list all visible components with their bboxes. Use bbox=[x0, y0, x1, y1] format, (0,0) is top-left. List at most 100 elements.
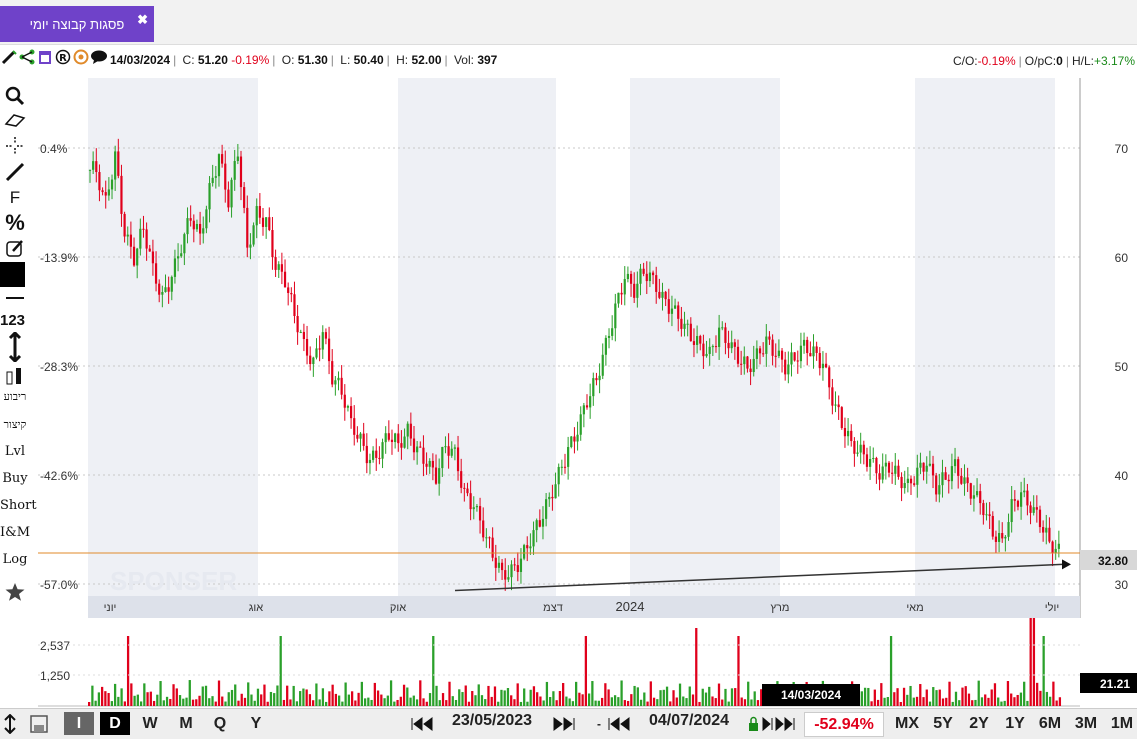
range-1y-button[interactable]: 1Y bbox=[1000, 712, 1030, 735]
volume-bar bbox=[191, 699, 195, 706]
price-chart[interactable]: SPONSER יוני אוג אוק דצמ 2024 מרץ מאי יולי 0.4%… bbox=[0, 78, 1137, 708]
candle-body bbox=[862, 444, 865, 455]
range-from-date[interactable]: 23/05/2023 bbox=[452, 712, 532, 730]
volume-bar bbox=[646, 701, 649, 706]
volume-bar bbox=[743, 699, 747, 706]
first-prev-icon[interactable] bbox=[410, 712, 444, 735]
volume-bar bbox=[613, 695, 617, 706]
volume-bar bbox=[555, 700, 558, 706]
volume-bar bbox=[438, 700, 441, 706]
interval-y-button[interactable]: Y bbox=[242, 712, 270, 735]
candle-body bbox=[173, 258, 177, 277]
candle-body bbox=[944, 472, 947, 480]
volume-bar bbox=[967, 693, 971, 706]
volume-bar bbox=[899, 702, 902, 706]
volume-bar bbox=[558, 690, 562, 706]
candle-body bbox=[293, 294, 296, 317]
volume-bar bbox=[214, 701, 217, 706]
candle-body bbox=[730, 342, 733, 349]
candle-body bbox=[221, 154, 224, 164]
candle-body bbox=[120, 175, 123, 214]
volume-bar bbox=[964, 686, 967, 706]
range-2y-button[interactable]: 2Y bbox=[964, 712, 994, 735]
interval-m-button[interactable]: M bbox=[172, 712, 200, 735]
range-6m-button[interactable]: 6M bbox=[1034, 712, 1066, 735]
candle-body bbox=[302, 331, 306, 339]
candle-body bbox=[884, 462, 887, 467]
range-1m-button[interactable]: 1M bbox=[1106, 712, 1137, 735]
volume-bar bbox=[906, 694, 909, 706]
volume-bar bbox=[987, 697, 990, 706]
candle-body bbox=[787, 364, 790, 375]
lock-next-icon[interactable] bbox=[747, 712, 797, 735]
range-to-date[interactable]: 04/07/2024 bbox=[649, 712, 729, 730]
interval-q-button[interactable]: Q bbox=[206, 712, 234, 735]
candle-body bbox=[107, 189, 110, 196]
candle-body bbox=[714, 346, 718, 348]
range-5y-button[interactable]: 5Y bbox=[928, 712, 958, 735]
volume-bar bbox=[860, 691, 863, 706]
vol-label: Vol: bbox=[453, 53, 474, 67]
volume-bar bbox=[1003, 700, 1006, 706]
save-icon[interactable] bbox=[28, 712, 50, 735]
close-icon[interactable]: ✖ bbox=[137, 12, 148, 28]
candle-body bbox=[211, 177, 214, 184]
volume-bar bbox=[659, 690, 662, 706]
volume-bar bbox=[948, 681, 951, 706]
volume-bar bbox=[740, 697, 743, 706]
volume-bar bbox=[990, 689, 993, 706]
volume-bar bbox=[1049, 696, 1052, 706]
candle-body bbox=[513, 564, 516, 566]
volume-bar bbox=[760, 689, 763, 706]
pan-icon[interactable] bbox=[0, 712, 20, 735]
candle-body bbox=[617, 292, 620, 304]
volume-bar bbox=[562, 683, 565, 706]
candle-body bbox=[290, 292, 293, 295]
volume-bar bbox=[477, 684, 480, 706]
candle-body bbox=[985, 514, 988, 516]
volume-bar bbox=[873, 689, 876, 706]
volume-bar bbox=[480, 695, 484, 706]
range-mx-button[interactable]: MX bbox=[890, 712, 924, 735]
candle-body bbox=[799, 345, 803, 362]
candle-body bbox=[563, 466, 567, 468]
interval-i-button[interactable]: I bbox=[64, 712, 94, 735]
volume-bar bbox=[312, 700, 315, 706]
tab-chart[interactable]: ✖ פסגות קבוצה יומי bbox=[0, 6, 154, 42]
pct-tick-label: 0.4% bbox=[40, 142, 68, 156]
volume-bar bbox=[695, 628, 698, 706]
volume-bar bbox=[941, 698, 945, 706]
candle-body bbox=[749, 368, 752, 373]
volume-bar bbox=[152, 700, 156, 706]
volume-bar bbox=[503, 690, 506, 706]
candle-body bbox=[802, 339, 806, 346]
volume-bar bbox=[662, 689, 665, 706]
volume-bar bbox=[691, 694, 695, 706]
volume-bar bbox=[454, 699, 458, 706]
next-last-icon[interactable] bbox=[550, 712, 584, 735]
candle-body bbox=[1010, 499, 1013, 523]
volume-bar bbox=[682, 696, 685, 706]
candle-body bbox=[142, 228, 145, 230]
interval-w-button[interactable]: W bbox=[136, 712, 164, 735]
interval-d-button[interactable]: D bbox=[100, 712, 130, 735]
candle-body bbox=[746, 356, 749, 369]
candle-body bbox=[526, 545, 529, 549]
volume-bar bbox=[279, 636, 282, 706]
pct-tick-label: -13.9% bbox=[40, 251, 78, 265]
volume-bar bbox=[123, 701, 126, 706]
candle-body bbox=[589, 396, 592, 408]
band-2 bbox=[398, 78, 556, 598]
volume-bar bbox=[597, 700, 600, 706]
range-3m-button[interactable]: 3M bbox=[1070, 712, 1102, 735]
volume-bar bbox=[126, 636, 130, 706]
candle-body bbox=[183, 234, 186, 254]
volume-bar bbox=[464, 685, 467, 706]
first-prev-icon-2[interactable] bbox=[607, 712, 641, 735]
candle-body bbox=[774, 355, 777, 357]
candle-body bbox=[132, 246, 136, 266]
volume-bar bbox=[185, 697, 188, 706]
candle-body bbox=[856, 452, 859, 454]
volume-bar bbox=[146, 692, 149, 706]
volume-bar bbox=[422, 698, 425, 706]
